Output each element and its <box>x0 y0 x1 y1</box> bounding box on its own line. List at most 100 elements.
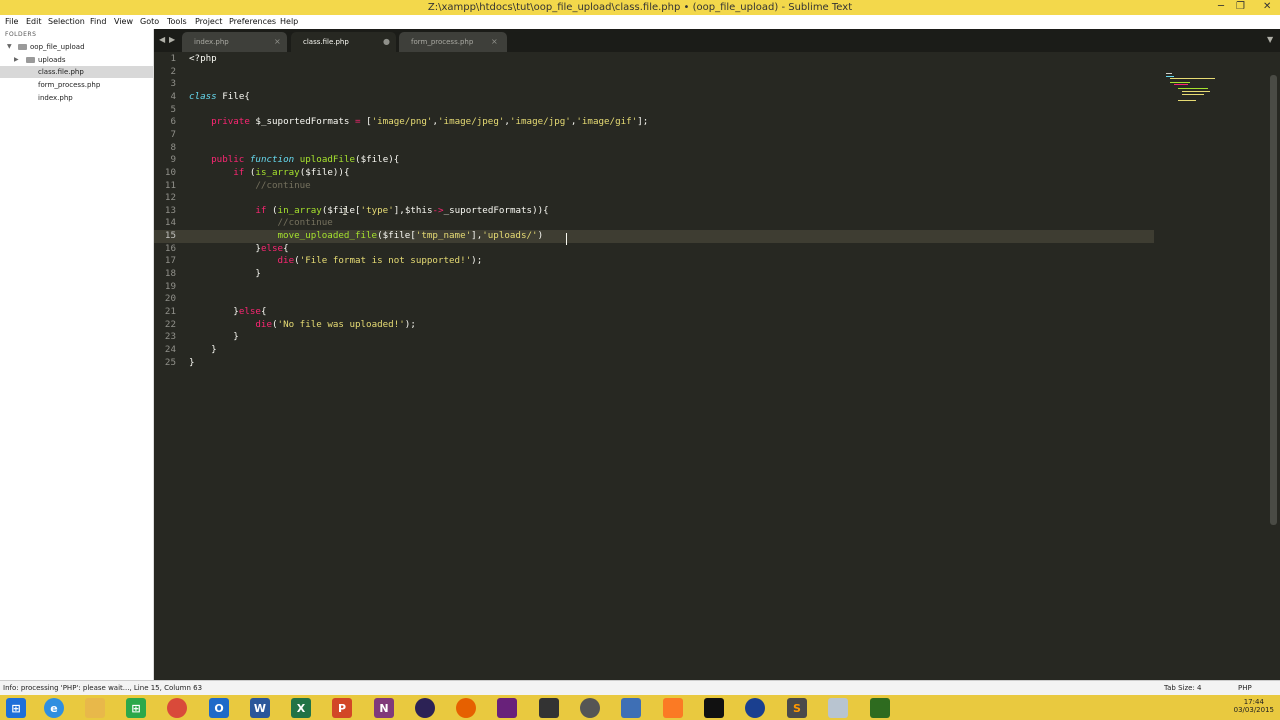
system-clock[interactable]: 17:44 03/03/2015 <box>1234 698 1274 714</box>
store-icon[interactable]: ⊞ <box>126 698 146 718</box>
code-line: 17 die('File format is not supported!'); <box>154 255 1154 268</box>
unity-icon[interactable] <box>539 698 559 718</box>
line-text: //continue <box>277 217 333 229</box>
line-number: 24 <box>164 343 176 355</box>
code-line: 3 <box>154 78 1154 91</box>
tab-next-icon[interactable]: ▶ <box>169 35 175 44</box>
line-number: 17 <box>164 255 176 267</box>
line-text: } <box>211 343 217 355</box>
status-bar: Info: processing 'PHP': please wait..., … <box>0 680 1280 695</box>
chevron-down-icon[interactable]: ▼ <box>7 41 12 53</box>
line-number: 12 <box>164 192 176 204</box>
tab-index-php[interactable]: index.php × <box>182 32 287 52</box>
minimap-line <box>1170 82 1190 83</box>
tab-prev-icon[interactable]: ◀ <box>159 35 165 44</box>
windows-start-icon[interactable]: ⊞ <box>6 698 26 718</box>
chevron-right-icon[interactable]: ▶ <box>14 54 19 66</box>
onenote-icon[interactable]: N <box>374 698 394 718</box>
code-line: 9 public function uploadFile($file){ <box>154 154 1154 167</box>
code-line: 8 <box>154 142 1154 155</box>
code-area[interactable]: 1 <?php 2 3 4 class File{ 5 6 private $_su… <box>154 52 1280 680</box>
syntax-indicator[interactable]: PHP <box>1238 684 1252 692</box>
minimap-line <box>1182 91 1210 92</box>
maximize-button[interactable]: ❐ <box>1236 1 1245 12</box>
window-title: Z:\xampp\htdocs\tut\oop_file_upload\clas… <box>427 2 853 13</box>
line-number: 14 <box>164 217 176 229</box>
eclipse-icon[interactable] <box>415 698 435 718</box>
line-text: private $_suportedFormats = ['image/png'… <box>211 116 649 128</box>
menu-help[interactable]: Help <box>280 17 298 26</box>
powerpoint-icon[interactable]: P <box>332 698 352 718</box>
file-class-file-php[interactable]: class.file.php <box>0 66 153 78</box>
code-line: 13 if (in_array($file['type'],$this->_su… <box>154 205 1154 218</box>
code-line: 5 <box>154 104 1154 117</box>
xampp-icon[interactable] <box>663 698 683 718</box>
menu-goto[interactable]: Goto <box>140 17 159 26</box>
line-text: die('No file was uploaded!'); <box>255 318 416 330</box>
close-button[interactable]: ✕ <box>1263 1 1271 12</box>
word-icon[interactable]: W <box>250 698 270 718</box>
minimap[interactable] <box>1166 73 1266 113</box>
tab-size-indicator[interactable]: Tab Size: 4 <box>1164 684 1201 692</box>
excel-icon[interactable]: X <box>291 698 311 718</box>
minimap-line <box>1182 94 1204 95</box>
folder-uploads[interactable]: ▶ uploads <box>0 54 153 66</box>
outlook-icon[interactable]: O <box>209 698 229 718</box>
line-number: 8 <box>170 141 176 153</box>
chrome-icon[interactable] <box>167 698 187 718</box>
menu-view[interactable]: View <box>114 17 133 26</box>
folder-uploads-label: uploads <box>38 56 66 64</box>
internet-explorer-icon[interactable]: e <box>44 698 64 718</box>
file-form-process-php[interactable]: form_process.php <box>0 79 153 91</box>
menu-bar: File Edit Selection Find View Goto Tools… <box>0 15 1280 29</box>
line-number: 21 <box>164 306 176 317</box>
minimize-button[interactable]: ─ <box>1218 1 1224 12</box>
virtualbox-icon[interactable] <box>621 698 641 718</box>
sublime-text-icon[interactable]: S <box>787 698 807 718</box>
tab-form-process-php[interactable]: form_process.php × <box>399 32 507 52</box>
code-line: 19 <box>154 281 1154 294</box>
minimap-line <box>1170 78 1215 79</box>
code-line: 10 if (is_array($file)){ <box>154 167 1154 180</box>
title-bar: Z:\xampp\htdocs\tut\oop_file_upload\clas… <box>0 0 1280 15</box>
line-number: 6 <box>170 116 176 128</box>
line-text: }else{ <box>255 242 289 254</box>
line-number: 3 <box>170 78 176 90</box>
clock-date: 03/03/2015 <box>1233 706 1274 714</box>
code-line: 23 } <box>154 331 1154 344</box>
firefox-icon[interactable] <box>456 698 476 718</box>
folder-root[interactable]: ▼ oop_file_upload <box>0 41 153 53</box>
app-tools-icon[interactable] <box>828 698 848 718</box>
file-index-php[interactable]: index.php <box>0 92 153 104</box>
menu-edit[interactable]: Edit <box>26 17 42 26</box>
clock-time: 17:44 <box>1243 698 1264 706</box>
file-label: form_process.php <box>38 81 101 89</box>
tab-dropdown-icon[interactable]: ▼ <box>1267 35 1273 44</box>
code-line: 20 <box>154 293 1154 306</box>
menu-preferences[interactable]: Preferences <box>229 17 276 26</box>
menu-find[interactable]: Find <box>90 17 106 26</box>
tab-label: index.php <box>194 38 229 46</box>
folder-open-icon <box>18 44 27 50</box>
tab-label: class.file.php <box>303 38 349 46</box>
minimap-line <box>1178 100 1196 101</box>
tab-class-file-php[interactable]: class.file.php ● <box>291 32 396 52</box>
visual-studio-icon[interactable] <box>497 698 517 718</box>
blender-icon[interactable] <box>580 698 600 718</box>
code-line-current: 15 move_uploaded_file($file['tmp_name'],… <box>154 230 1154 243</box>
menu-project[interactable]: Project <box>195 17 222 26</box>
menu-tools[interactable]: Tools <box>167 17 187 26</box>
app-slash-icon[interactable] <box>745 698 765 718</box>
line-number: 7 <box>170 128 176 140</box>
vertical-scrollbar[interactable] <box>1270 75 1277 525</box>
line-text: if (in_array($file['type'],$this->_supor… <box>255 204 549 216</box>
tab-close-icon[interactable]: × <box>491 37 498 46</box>
tab-dirty-icon[interactable]: ● <box>383 37 390 46</box>
menu-file[interactable]: File <box>5 17 18 26</box>
nvidia-icon[interactable] <box>870 698 890 718</box>
file-explorer-icon[interactable] <box>85 698 105 718</box>
tab-close-icon[interactable]: × <box>274 37 281 46</box>
command-prompt-icon[interactable] <box>704 698 724 718</box>
menu-selection[interactable]: Selection <box>48 17 85 26</box>
line-number: 20 <box>164 293 176 305</box>
